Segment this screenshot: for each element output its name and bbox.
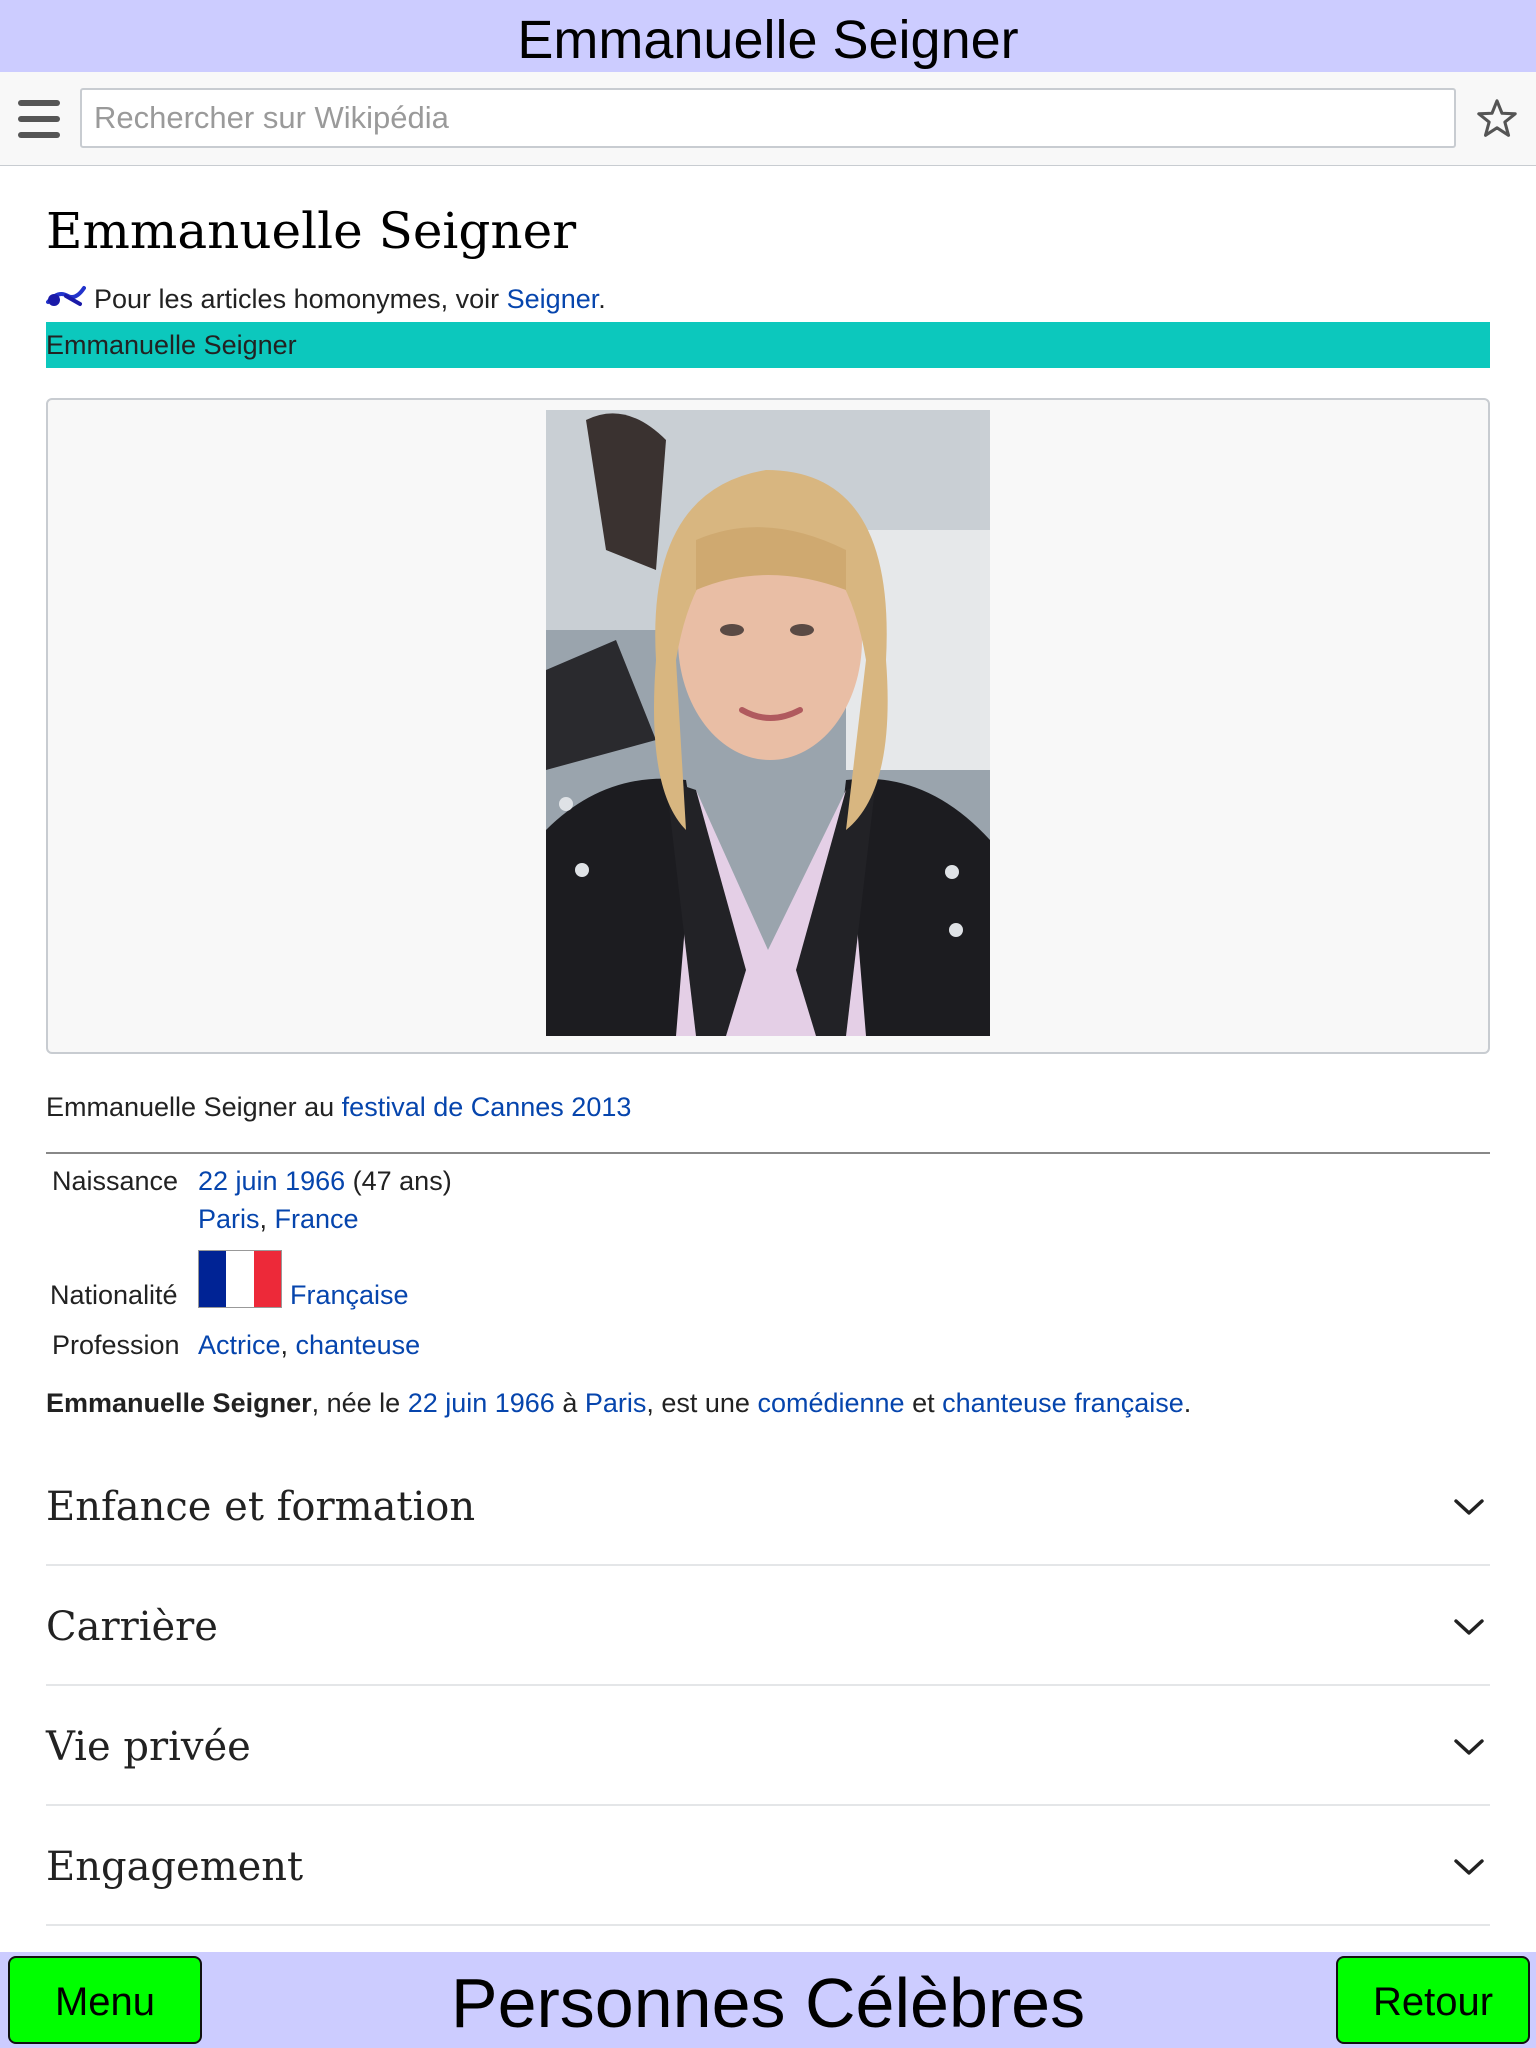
nationality-label: Nationalité (50, 1280, 178, 1310)
lead-paragraph: Emmanuelle Seigner, née le 22 juin 1966 … (46, 1388, 1191, 1419)
bottom-bar: Personnes Célèbres Menu Retour (0, 1952, 1536, 2048)
lead-bold-name: Emmanuelle Seigner (46, 1388, 312, 1418)
section-enfance-et-formation[interactable]: Enfance et formation (46, 1446, 1490, 1566)
chevron-down-icon (1454, 1619, 1484, 1635)
birth-date-link[interactable]: 22 juin 1966 (198, 1166, 345, 1196)
star-watch-icon[interactable] (1474, 96, 1520, 142)
search-bar (0, 72, 1536, 166)
hamburger-menu-icon[interactable] (18, 100, 60, 138)
lead-link-date[interactable]: 22 juin 1966 (408, 1388, 555, 1418)
infobox-header: Emmanuelle Seigner (46, 322, 1490, 368)
france-flag-icon (198, 1250, 282, 1308)
infobox-caption: Emmanuelle Seigner au festival de Cannes… (46, 1092, 631, 1123)
section-vie-privee[interactable]: Vie privée (46, 1686, 1490, 1806)
hatnote: Pour les articles homonymes, voir Seigne… (46, 284, 606, 315)
lead-link-chanteuse[interactable]: chanteuse française (942, 1388, 1184, 1418)
birth-city-link[interactable]: Paris (198, 1204, 260, 1234)
lead-text: . (1183, 1388, 1192, 1418)
lead-text: et (904, 1388, 943, 1418)
lead-link-paris[interactable]: Paris (585, 1388, 647, 1418)
menu-button[interactable]: Menu (8, 1956, 202, 2044)
hatnote-text: Pour les articles homonymes, voir (94, 284, 507, 314)
birth-label: Naissance (52, 1166, 179, 1196)
infobox-image-frame (46, 398, 1490, 1054)
lead-link-comedienne[interactable]: comédienne (757, 1388, 904, 1418)
lead-text: , née le (311, 1388, 408, 1418)
chevron-down-icon (1454, 1739, 1484, 1755)
nationality-link[interactable]: Française (290, 1280, 409, 1311)
section-title: Engagement (46, 1844, 304, 1890)
portrait-photo[interactable] (546, 410, 990, 1036)
profession-separator: , (280, 1330, 296, 1360)
profession-link-actrice[interactable]: Actrice (198, 1330, 281, 1360)
chevron-down-icon (1454, 1859, 1484, 1875)
caption-text: Emmanuelle Seigner au (46, 1092, 342, 1122)
birth-country-link[interactable]: France (275, 1204, 359, 1234)
page-title: Emmanuelle Seigner (46, 202, 577, 260)
caption-link[interactable]: festival de Cannes 2013 (342, 1092, 632, 1122)
birth-age: (47 ans) (345, 1166, 452, 1196)
section-carriere[interactable]: Carrière (46, 1566, 1490, 1686)
birth-place-value: Paris, France (198, 1204, 359, 1235)
lead-text: à (554, 1388, 585, 1418)
section-engagement[interactable]: Engagement (46, 1806, 1490, 1926)
hatnote-link[interactable]: Seigner (507, 284, 599, 314)
profession-value: Actrice, chanteuse (198, 1330, 420, 1361)
section-title: Enfance et formation (46, 1484, 476, 1530)
back-button[interactable]: Retour (1336, 1956, 1530, 2044)
hatnote-suffix: . (598, 284, 606, 314)
app-title: Emmanuelle Seigner (0, 0, 1536, 72)
birth-date-value: 22 juin 1966 (47 ans) (198, 1166, 452, 1197)
profession-label: Profession (52, 1330, 180, 1360)
section-title: Vie privée (46, 1724, 251, 1770)
section-title: Carrière (46, 1604, 218, 1650)
profession-link-chanteuse[interactable]: chanteuse (296, 1330, 421, 1360)
birth-place-separator: , (259, 1204, 275, 1234)
disambiguation-icon (46, 286, 86, 306)
chevron-down-icon (1454, 1499, 1484, 1515)
bottom-title: Personnes Célèbres (450, 1964, 1086, 2042)
search-input[interactable] (80, 88, 1456, 148)
lead-text: , est une (646, 1388, 758, 1418)
infobox-divider (46, 1152, 1490, 1154)
